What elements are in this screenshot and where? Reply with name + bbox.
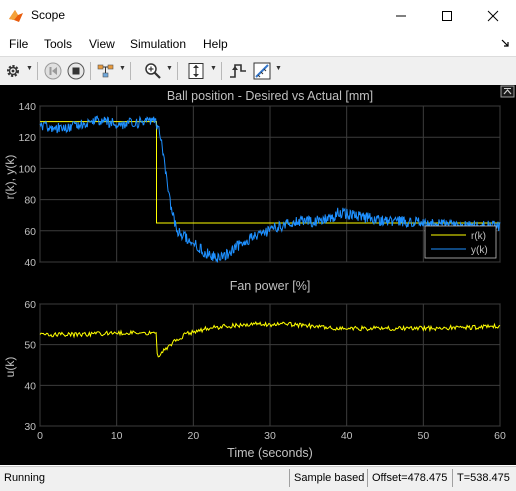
toolbar-separator <box>177 62 178 80</box>
y-tick-label: 50 <box>24 340 36 352</box>
zoom-in-icon <box>145 63 161 79</box>
menu-view[interactable]: View <box>89 37 115 51</box>
undock-axes-button[interactable] <box>500 85 515 98</box>
scope-display: 30 40 50 60 0 10 20 30 40 50 60 40 60 80 100 120 140 Bal… <box>0 85 516 465</box>
scale-dropdown-icon[interactable]: ▼ <box>210 65 217 72</box>
chart-axes-1: 30 40 50 60 0 10 20 30 40 50 60 <box>24 299 506 442</box>
x-tick-label: 60 <box>494 430 506 442</box>
triggers-button[interactable] <box>228 61 248 81</box>
menu-tools[interactable]: Tools <box>44 37 72 51</box>
block-diagram-icon <box>97 64 114 78</box>
ruler-icon <box>253 62 271 80</box>
chart-title-position: Ball position - Desired vs Actual [mm] <box>167 89 373 103</box>
x-tick-label: 50 <box>417 430 429 442</box>
maximize-button[interactable] <box>424 0 470 31</box>
close-button[interactable] <box>470 0 516 31</box>
zoom-button[interactable] <box>143 61 163 81</box>
x-tick-label: 0 <box>37 430 43 442</box>
y-axis-label-fan-power: u(k) <box>3 357 17 378</box>
y-tick-label: 40 <box>24 380 36 392</box>
y-tick-label: 100 <box>18 163 36 175</box>
y-tick-label: 60 <box>24 299 36 311</box>
x-tick-label: 30 <box>264 430 276 442</box>
toolbar-separator <box>130 62 131 80</box>
menu-simulation[interactable]: Simulation <box>130 37 186 51</box>
legend: r(k) y(k) <box>424 225 497 259</box>
measurements-dropdown-icon[interactable]: ▼ <box>275 65 282 72</box>
legend-label-y: y(k) <box>471 245 488 256</box>
x-axis-label-time: Time (seconds) <box>227 446 313 460</box>
highlight-dropdown-icon[interactable]: ▼ <box>119 65 126 72</box>
y-axis-label-position: r(k), y(k) <box>3 155 17 200</box>
x-tick-label: 10 <box>111 430 123 442</box>
menu-file[interactable]: File <box>9 37 28 51</box>
title-bar: Scope <box>0 0 516 31</box>
y-tick-label: 120 <box>18 132 36 144</box>
status-running: Running <box>4 472 45 484</box>
toolbar-separator <box>90 62 91 80</box>
y-tick-label: 40 <box>24 257 36 269</box>
stop-icon <box>67 62 85 80</box>
status-offset: Offset=478.475 <box>372 472 448 484</box>
menu-help[interactable]: Help <box>203 37 228 51</box>
close-icon <box>487 10 499 21</box>
y-tick-label: 140 <box>18 101 36 113</box>
scope-plots: 30 40 50 60 0 10 20 30 40 50 60 40 60 80 100 120 140 Bal… <box>3 85 515 460</box>
stop-button[interactable] <box>66 61 86 81</box>
status-separator <box>367 469 368 487</box>
trigger-icon <box>230 64 246 78</box>
window-title: Scope <box>31 8 66 22</box>
status-separator <box>452 469 453 487</box>
status-sample-mode: Sample based <box>294 472 365 484</box>
minimize-icon <box>396 15 406 16</box>
chart-title-fan-power: Fan power [%] <box>230 279 311 293</box>
step-back-icon <box>44 62 62 80</box>
scale-axes-button[interactable] <box>186 61 206 81</box>
status-bar: Running Sample based Offset=478.475 T=53… <box>0 466 516 491</box>
status-separator <box>289 469 290 487</box>
x-tick-label: 20 <box>187 430 199 442</box>
measurements-button[interactable] <box>252 61 272 81</box>
highlight-block-button[interactable] <box>96 61 116 81</box>
status-time: T=538.475 <box>457 472 510 484</box>
autoscale-icon <box>188 63 204 79</box>
maximize-icon <box>442 10 452 21</box>
zoom-dropdown-icon[interactable]: ▼ <box>166 65 173 72</box>
menu-bar: File Tools View Simulation Help <box>0 33 516 55</box>
legend-label-r: r(k) <box>471 231 486 242</box>
dock-arrow-icon[interactable] <box>500 38 510 48</box>
y-tick-label: 80 <box>24 195 36 207</box>
matlab-icon <box>9 10 23 22</box>
step-back-button[interactable] <box>43 61 63 81</box>
y-tick-label: 60 <box>24 226 36 238</box>
settings-button[interactable] <box>3 61 23 81</box>
y-tick-label: 30 <box>24 421 36 433</box>
gear-icon <box>7 65 19 77</box>
minimize-button[interactable] <box>378 0 424 31</box>
toolbar: ▼ ▼ ▼ ▼ ▼ <box>0 56 516 86</box>
x-tick-label: 40 <box>341 430 353 442</box>
toolbar-separator <box>221 62 222 80</box>
settings-dropdown-icon[interactable]: ▼ <box>26 65 33 72</box>
toolbar-separator <box>37 62 38 80</box>
